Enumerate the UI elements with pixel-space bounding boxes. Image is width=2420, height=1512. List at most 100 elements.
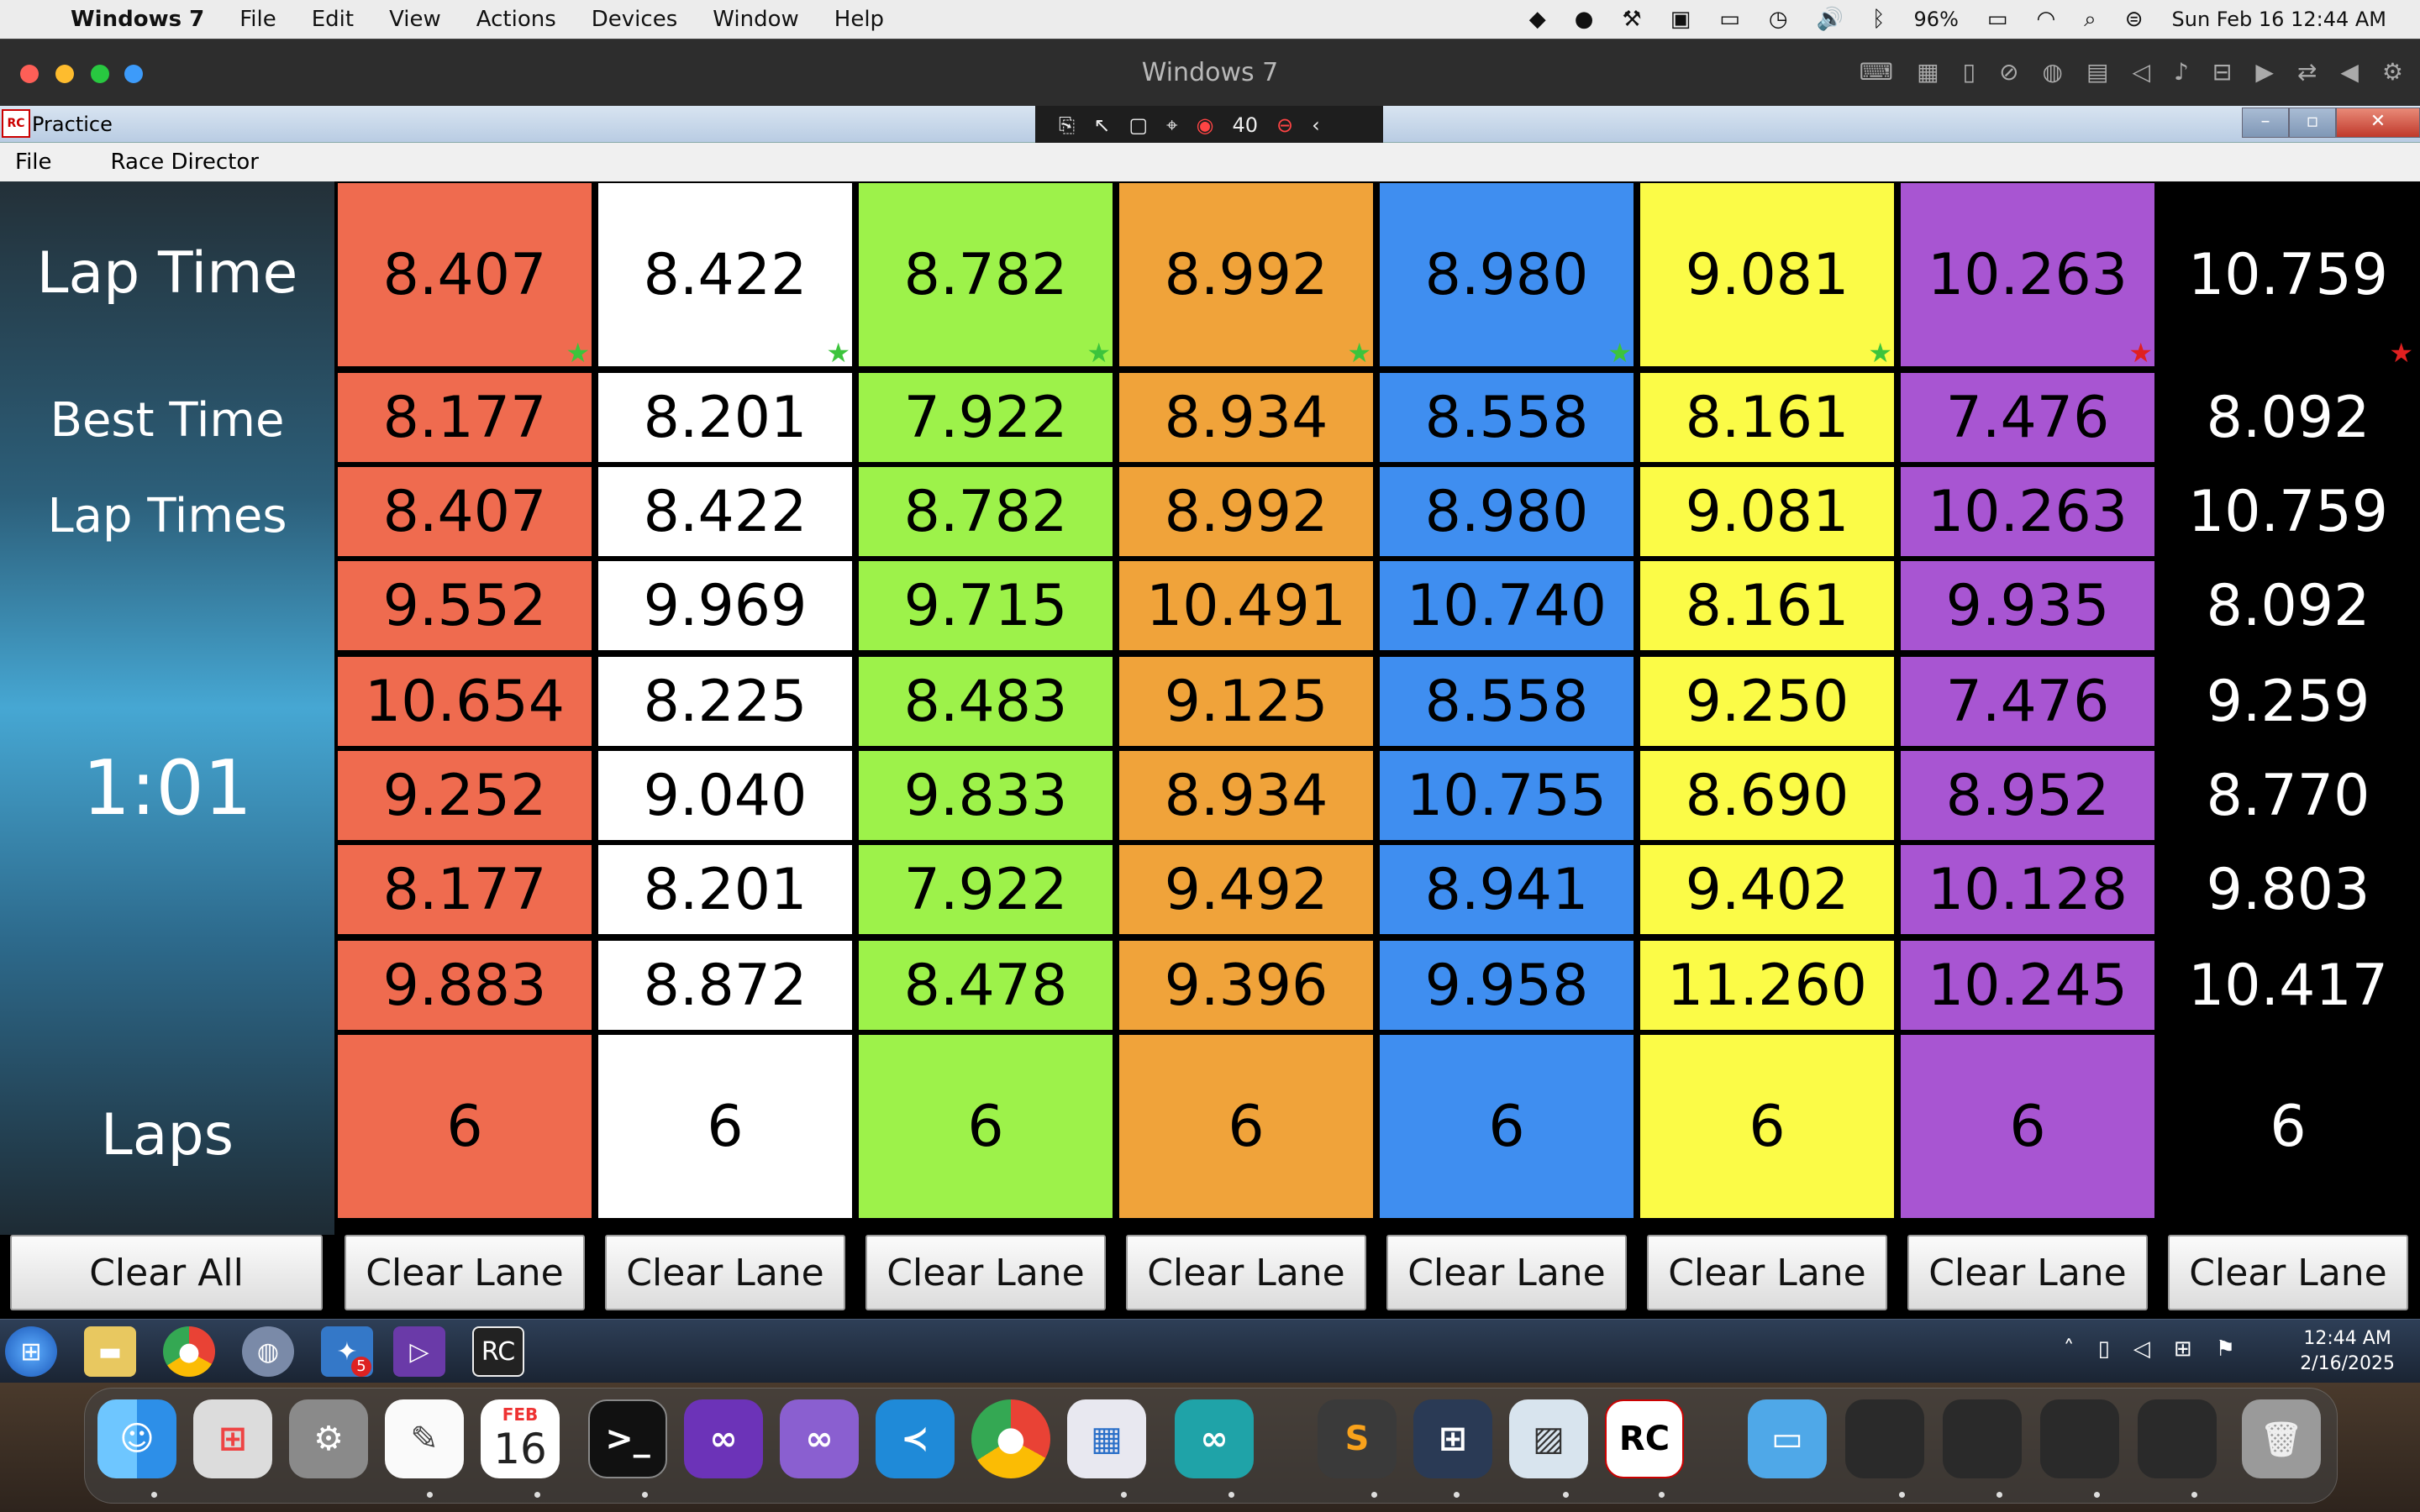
- show-hidden-icons-icon[interactable]: ˄: [2064, 1336, 2075, 1362]
- menubar-view[interactable]: View: [389, 7, 441, 32]
- cell-value: 6: [2270, 1093, 2307, 1160]
- folder-icon[interactable]: ▭: [1748, 1399, 1827, 1478]
- menu-file[interactable]: File: [15, 150, 52, 175]
- running-indicator: [1454, 1492, 1460, 1498]
- flag-tray-icon[interactable]: ⚑: [2216, 1336, 2235, 1362]
- rc-app-dock-icon[interactable]: RC: [1605, 1399, 1684, 1478]
- battery-icon[interactable]: ▭: [1987, 7, 2008, 32]
- cell-value: 9.935: [1945, 572, 2110, 639]
- clear-lane-5-button[interactable]: Clear Lane: [1386, 1235, 1627, 1310]
- clear-all-button[interactable]: Clear All: [10, 1235, 323, 1310]
- menubar-clock[interactable]: Sun Feb 16 12:44 AM: [2172, 8, 2387, 31]
- chrome-icon[interactable]: ●: [163, 1326, 215, 1377]
- close-icon[interactable]: ✕: [2336, 108, 2420, 138]
- launchpad-icon[interactable]: ⊞: [193, 1399, 272, 1478]
- cell-value: 6: [707, 1093, 744, 1160]
- terminal-icon[interactable]: >_: [588, 1399, 667, 1478]
- speaker-icon[interactable]: ◁: [2132, 58, 2150, 86]
- windows-clock[interactable]: 12:44 AM 2/16/2025: [2300, 1326, 2395, 1377]
- screenshot-icon[interactable]: ⎘: [1059, 113, 1075, 137]
- textedit-icon[interactable]: ✎: [385, 1399, 464, 1478]
- usb-icon[interactable]: ▯: [1963, 58, 1975, 86]
- wifi-icon[interactable]: ◠: [2036, 7, 2055, 32]
- windows-vm-icon[interactable]: ⊞: [1413, 1399, 1492, 1478]
- windows-start-icon[interactable]: ⊞: [5, 1326, 57, 1377]
- file-explorer-icon[interactable]: ▬: [84, 1326, 136, 1377]
- camera-icon[interactable]: ▶: [2255, 58, 2274, 86]
- volume-tray-icon[interactable]: ◁: [2133, 1336, 2150, 1362]
- collapse-icon[interactable]: ‹: [1312, 113, 1320, 137]
- menu-race-director[interactable]: Race Director: [111, 150, 259, 175]
- fullscreen-icon[interactable]: ▢: [1128, 113, 1148, 137]
- clear-lane-3-button[interactable]: Clear Lane: [865, 1235, 1106, 1310]
- menubar-devices[interactable]: Devices: [592, 7, 677, 32]
- record-icon[interactable]: ◉: [1197, 113, 1214, 137]
- chrome-dock-icon[interactable]: ●: [971, 1399, 1050, 1478]
- clear-lane-1-button[interactable]: Clear Lane: [345, 1235, 585, 1310]
- pointer-icon[interactable]: ↖: [1093, 113, 1110, 137]
- disk-icon[interactable]: ▤: [2086, 58, 2108, 86]
- system-settings-icon[interactable]: ⚙: [289, 1399, 368, 1478]
- back-icon[interactable]: ◀: [2340, 58, 2359, 86]
- parallels-icon[interactable]: ▦: [1067, 1399, 1146, 1478]
- lane-3-lap-4: 9.833: [859, 751, 1113, 840]
- stop-icon[interactable]: ⊖: [1276, 113, 1293, 137]
- menubar-actions[interactable]: Actions: [476, 7, 556, 32]
- lane-6-lap-1: 9.081: [1640, 467, 1894, 556]
- chrome-window-1-icon[interactable]: [1845, 1399, 1924, 1478]
- drive-icon[interactable]: ⊟: [2212, 58, 2232, 86]
- status-circle-icon[interactable]: ●: [1575, 7, 1594, 32]
- clear-lane-2-button[interactable]: Clear Lane: [605, 1235, 845, 1310]
- messaging-icon[interactable]: ✦ 5: [321, 1326, 373, 1377]
- share-icon[interactable]: ⇄: [2297, 58, 2317, 86]
- trash-icon[interactable]: 🗑: [2242, 1399, 2321, 1478]
- minimize-icon[interactable]: –: [2242, 108, 2289, 138]
- globe-icon[interactable]: ◍: [2043, 58, 2063, 86]
- select-icon[interactable]: ⌖: [1166, 113, 1178, 137]
- menubar-app-name[interactable]: Windows 7: [71, 7, 204, 32]
- maximize-icon[interactable]: ▫: [2289, 108, 2336, 138]
- dropbox-icon[interactable]: ◆: [1529, 7, 1546, 32]
- visual-studio-2-dock-icon[interactable]: ∞: [780, 1399, 859, 1478]
- lane-7-lap-time: 10.263 ★: [1901, 183, 2154, 366]
- microphone-icon[interactable]: ♪: [2174, 58, 2189, 86]
- visual-studio-icon[interactable]: ▷: [393, 1326, 445, 1377]
- menubar-edit[interactable]: Edit: [312, 7, 354, 32]
- control-center-icon[interactable]: ⊜: [2125, 7, 2144, 32]
- chrome-window-3-icon[interactable]: [2040, 1399, 2119, 1478]
- finder-icon[interactable]: ☺: [97, 1399, 176, 1478]
- lane-2-lap-1: 8.422: [598, 467, 852, 556]
- cell-value: 8.770: [2206, 762, 2370, 829]
- network-tray-icon[interactable]: ⊞: [2174, 1336, 2192, 1362]
- preview-icon[interactable]: ▨: [1509, 1399, 1588, 1478]
- menubar-file[interactable]: File: [239, 7, 276, 32]
- menubar-help[interactable]: Help: [834, 7, 884, 32]
- tools-icon[interactable]: ⚒: [1622, 7, 1641, 32]
- lane-1-lap-1: 8.407: [338, 467, 592, 556]
- clear-lane-8-button[interactable]: Clear Lane: [2168, 1235, 2408, 1310]
- rc-lap-counter-icon[interactable]: RC: [472, 1326, 524, 1377]
- chrome-window-4-icon[interactable]: [2138, 1399, 2217, 1478]
- bluetooth-icon[interactable]: ᛒ: [1872, 7, 1886, 32]
- network-off-icon[interactable]: ⊘: [1999, 58, 2018, 86]
- settings-gear-icon[interactable]: ⚙: [2382, 58, 2403, 86]
- battery-tray-icon[interactable]: ▯: [2098, 1336, 2110, 1362]
- clear-lane-7-button[interactable]: Clear Lane: [1907, 1235, 2148, 1310]
- clear-lane-6-button[interactable]: Clear Lane: [1647, 1235, 1887, 1310]
- vpn-icon[interactable]: ▣: [1670, 7, 1691, 32]
- display-icon[interactable]: ▭: [1719, 7, 1740, 32]
- keyboard-icon[interactable]: ⌨: [1860, 58, 1893, 86]
- vscode-icon[interactable]: ≺: [876, 1399, 955, 1478]
- clear-lane-4-button[interactable]: Clear Lane: [1126, 1235, 1366, 1310]
- globe-app-icon[interactable]: ◍: [242, 1326, 294, 1377]
- arduino-icon[interactable]: ∞: [1175, 1399, 1254, 1478]
- time-machine-icon[interactable]: ◷: [1769, 7, 1788, 32]
- volume-icon[interactable]: 🔊: [1817, 7, 1844, 32]
- spotlight-search-icon[interactable]: ⌕: [2084, 7, 2096, 33]
- cpu-icon[interactable]: ▦: [1917, 58, 1939, 86]
- chrome-window-2-icon[interactable]: [1943, 1399, 2022, 1478]
- sublime-text-icon[interactable]: S: [1318, 1399, 1397, 1478]
- calendar-icon[interactable]: FEB 16: [481, 1399, 560, 1478]
- visual-studio-dock-icon[interactable]: ∞: [684, 1399, 763, 1478]
- menubar-window[interactable]: Window: [713, 7, 799, 32]
